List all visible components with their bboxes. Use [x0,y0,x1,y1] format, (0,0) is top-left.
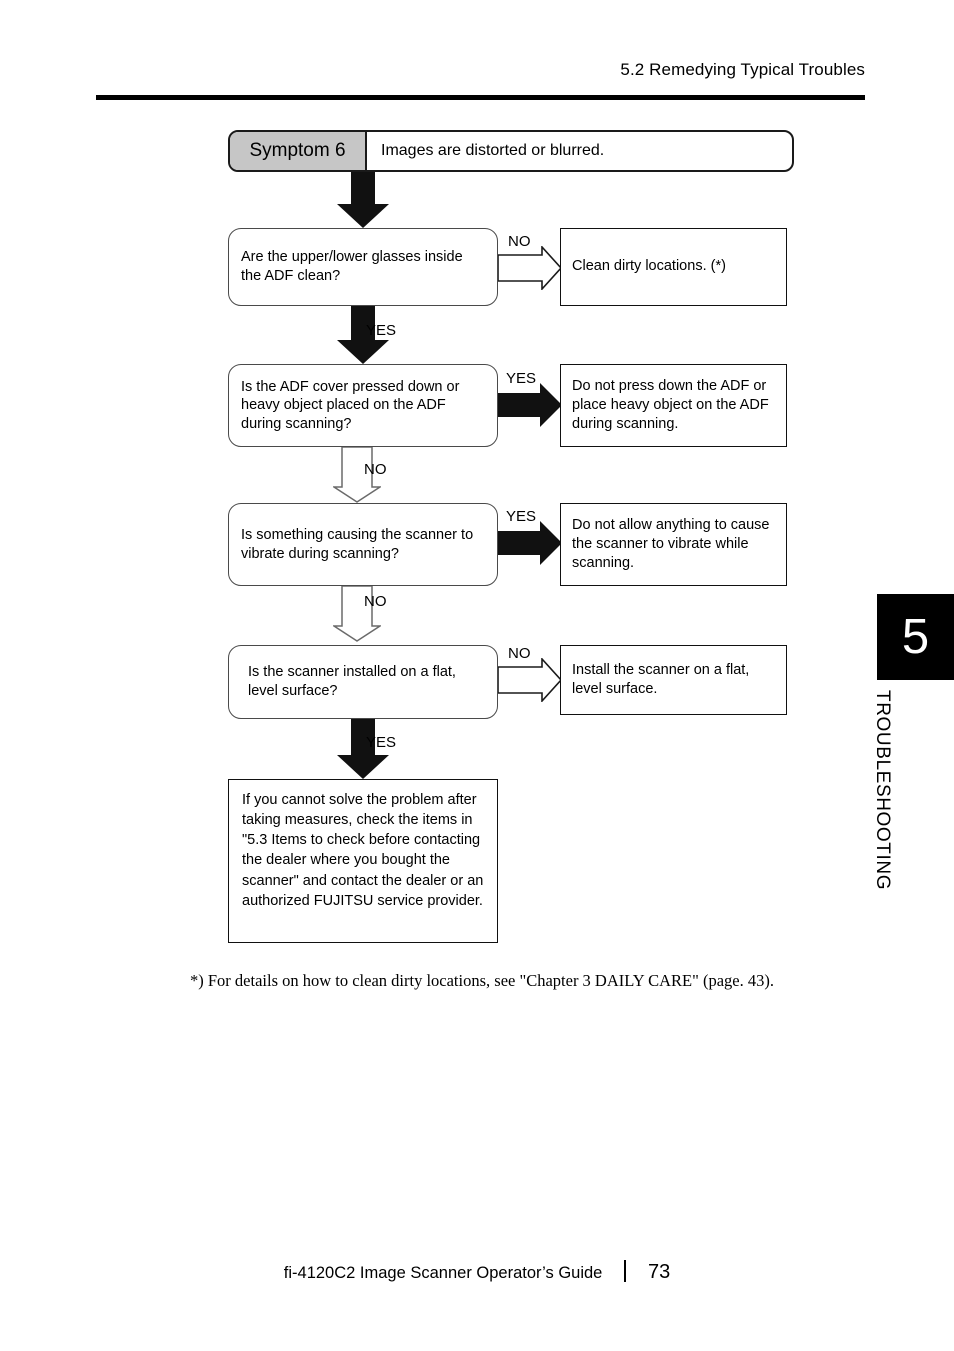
footer-document-title: fi-4120C2 Image Scanner Operator’s Guide [283,1264,603,1282]
action-box-do-not-press-adf: Do not press down the ADF or place heavy… [560,364,792,452]
page-footer: fi-4120C2 Image Scanner Operator’s Guide… [0,1256,954,1284]
arrow-outline-right-decision-4-to-action-4 [498,658,562,702]
action-text: Do not allow anything to cause the scann… [572,516,770,572]
symptom-description: Images are distorted or blurred. [381,142,605,159]
footer-page-number: 73 [647,1261,671,1283]
action-text: Do not press down the ADF or place heavy… [572,377,769,433]
decision-box-glasses-clean: Are the upper/lower glasses inside the A… [228,228,498,306]
decision-box-flat-level-surface: Is the scanner installed on a flat, leve… [228,645,498,719]
decision-box-scanner-vibrating: Is something causing the scanner to vibr… [228,503,498,586]
branch-label-yes-decision-4: YES [366,734,397,751]
branch-label-yes-decision-3: YES [506,508,537,525]
branch-label-no-decision-2: NO [364,461,387,478]
decision-text: Are the upper/lower glasses inside the A… [241,249,463,284]
footer-separator [624,1260,626,1282]
action-box-clean-dirty-locations: Clean dirty locations. (*) [560,228,792,311]
action-box-install-flat-surface: Install the scanner on a flat, level sur… [560,645,792,720]
decision-text: Is something causing the scanner to vibr… [241,526,474,562]
symptom-tag: Symptom 6 [230,132,367,170]
footnote: *) For details on how to clean dirty loc… [190,971,774,990]
action-box-do-not-allow-vibration: Do not allow anything to cause the scann… [560,503,792,591]
final-note-box: If you cannot solve the problem after ta… [228,779,503,948]
branch-label-no-decision-1: NO [508,233,531,250]
branch-label-no-decision-4: NO [508,645,531,662]
decision-text: Is the ADF cover pressed down or heavy o… [241,378,460,432]
header-rule [96,95,865,100]
arrow-solid-down-symptom-to-decision-1 [335,172,391,228]
page-header-title: 5.2 Remedying Typical Troubles [620,60,865,79]
decision-text: Is the scanner installed on a flat, leve… [248,664,456,699]
branch-label-yes-decision-1: YES [366,322,397,339]
arrow-solid-right-decision-3-to-action-3 [498,521,562,565]
chapter-tab-block: 5 [877,594,954,680]
action-text: Install the scanner on a flat, level sur… [572,661,750,697]
branch-label-no-decision-3: NO [364,593,387,610]
decision-box-adf-cover-pressed: Is the ADF cover pressed down or heavy o… [228,364,498,447]
branch-label-yes-decision-2: YES [506,370,537,387]
chapter-tab-number: 5 [901,609,930,664]
final-note-text: If you cannot solve the problem after ta… [242,792,484,909]
action-text: Clean dirty locations. (*) [572,258,726,275]
arrow-solid-right-decision-2-to-action-2 [498,383,562,427]
symptom-banner: Symptom 6 Images are distorted or blurre… [228,130,794,172]
chapter-tab-label: TROUBLESHOOTING [872,690,893,891]
arrow-outline-right-decision-1-to-action-1 [498,246,562,290]
